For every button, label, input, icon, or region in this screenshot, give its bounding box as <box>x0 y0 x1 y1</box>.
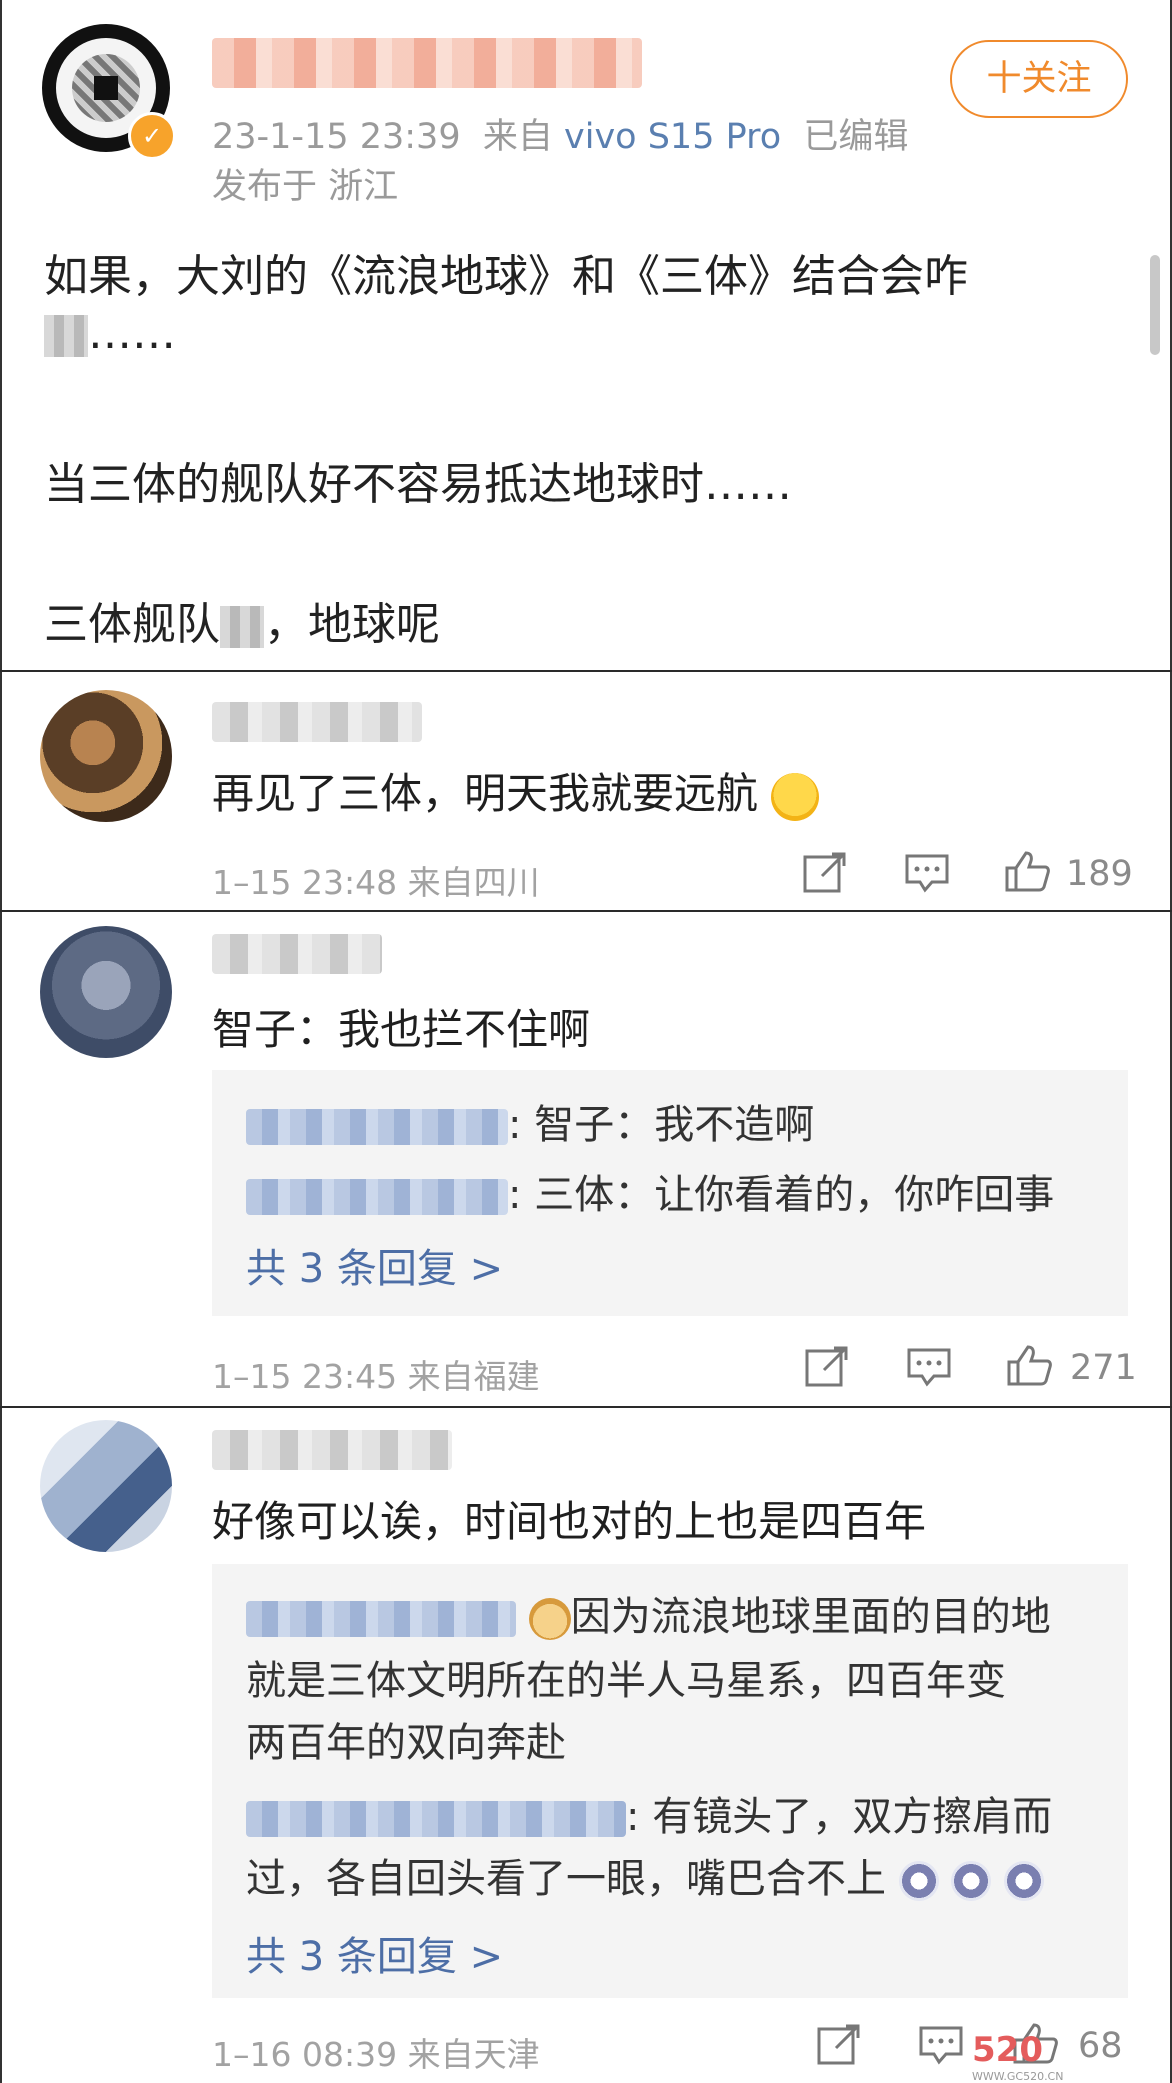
reply-line-cont: 过，各自回头看了一眼，嘴巴合不上 <box>246 1846 1045 1904</box>
commenter-name-redacted[interactable] <box>212 1430 452 1470</box>
commenter-avatar[interactable] <box>40 1420 172 1552</box>
reply-line[interactable]: : 有镜头了，双方擦肩而 <box>246 1784 1052 1842</box>
comment-icon[interactable] <box>918 2024 964 2066</box>
verified-badge-icon: ✓ <box>128 112 176 160</box>
shocked-emoji-icon <box>951 1861 992 1901</box>
like-count: 189 <box>1066 854 1133 894</box>
reply-box[interactable]: : 智子：我不造啊 : 三体：让你看着的，你咋回事 共 3 条回复 > <box>212 1070 1128 1316</box>
more-replies-link[interactable]: 共 3 条回复 > <box>246 1924 503 1982</box>
shocked-emoji-icon <box>898 1861 939 1901</box>
reply-line-cont: 就是三体文明所在的半人马星系，四百年变 <box>246 1658 1006 1704</box>
doge-emoji-icon <box>528 1598 571 1640</box>
post-device[interactable]: vivo S15 Pro <box>564 117 781 157</box>
laugh-cry-emoji-icon <box>771 772 820 821</box>
shocked-emoji-icon <box>1004 1861 1045 1901</box>
post-location: 发布于 浙江 <box>212 167 399 207</box>
comment-text: 好像可以诶，时间也对的上也是四百年 <box>212 1497 927 1546</box>
follow-button[interactable]: 十关注 <box>950 40 1128 118</box>
post-edited[interactable]: 已编辑 <box>803 117 908 157</box>
post-line-4: 三体舰队 ，地球呢 <box>44 599 440 650</box>
commenter-avatar[interactable] <box>40 926 172 1058</box>
divider <box>0 910 1172 912</box>
reply-line[interactable]: 因为流浪地球里面的目的地 <box>246 1584 1051 1642</box>
comment-meta: 1–16 08:39 来自天津 <box>212 2028 540 2076</box>
redacted-char <box>44 315 88 357</box>
divider <box>0 1406 1172 1408</box>
reply-line-cont: 两百年的双向奔赴 <box>246 1720 566 1766</box>
comment-location: 来自四川 <box>407 863 540 902</box>
divider <box>0 670 1172 672</box>
comment-meta: 1–15 23:45 来自福建 <box>212 1350 540 1398</box>
reply-box[interactable]: 因为流浪地球里面的目的地 就是三体文明所在的半人马星系，四百年变 两百年的双向奔… <box>212 1564 1128 1998</box>
watermark-site: WWW.GC520.CN <box>972 2070 1064 2083</box>
comment-meta: 1–15 23:48 来自四川 <box>212 856 540 904</box>
site-watermark: 520 WWW.GC520.CN <box>972 2030 1064 2083</box>
comment-location: 来自福建 <box>407 1357 540 1396</box>
comment-text: 智子：我也拦不住啊 <box>212 1005 591 1054</box>
like-icon[interactable] <box>1006 1344 1052 1386</box>
comment-time: 1–16 08:39 <box>212 2035 398 2074</box>
like-count: 68 <box>1078 2026 1123 2066</box>
comment-time: 1–15 23:48 <box>212 863 398 902</box>
comment-icon[interactable] <box>906 1346 952 1388</box>
reply-author-redacted[interactable] <box>246 1179 508 1215</box>
like-count: 271 <box>1070 1348 1137 1388</box>
commenter-avatar[interactable] <box>40 690 172 822</box>
post-time: 23-1-15 23:39 <box>212 117 461 157</box>
post-source-prefix: 来自 <box>482 117 553 157</box>
comment-location: 来自天津 <box>407 2035 540 2074</box>
redacted-char <box>220 606 264 648</box>
post-line-1: 如果，大刘的《流浪地球》和《三体》结合会咋 <box>44 251 968 302</box>
post-meta: 23-1-15 23:39 来自 vivo S15 Pro 已编辑 <box>212 108 908 159</box>
comment-time: 1–15 23:45 <box>212 1357 398 1396</box>
more-replies-link[interactable]: 共 3 条回复 > <box>246 1236 503 1294</box>
commenter-name-redacted[interactable] <box>212 702 422 742</box>
reply-author-redacted[interactable] <box>246 1801 626 1837</box>
reply-author-redacted[interactable] <box>246 1601 516 1637</box>
like-icon[interactable] <box>1004 850 1050 892</box>
share-icon[interactable] <box>802 852 848 894</box>
reply-author-redacted[interactable] <box>246 1109 508 1145</box>
post-line-2: …… <box>44 308 176 359</box>
author-name-redacted[interactable] <box>212 38 642 88</box>
comment-icon[interactable] <box>904 852 950 894</box>
share-icon[interactable] <box>804 1346 850 1388</box>
comment-text: 再见了三体，明天我就要远航 <box>212 760 820 821</box>
post-line-3: 当三体的舰队好不容易抵达地球时…… <box>44 459 792 510</box>
reply-line[interactable]: : 三体：让你看着的，你咋回事 <box>246 1162 1054 1220</box>
reply-line[interactable]: : 智子：我不造啊 <box>246 1092 814 1150</box>
share-icon[interactable] <box>816 2024 862 2066</box>
scrollbar[interactable] <box>1150 255 1160 355</box>
commenter-name-redacted[interactable] <box>212 934 382 974</box>
